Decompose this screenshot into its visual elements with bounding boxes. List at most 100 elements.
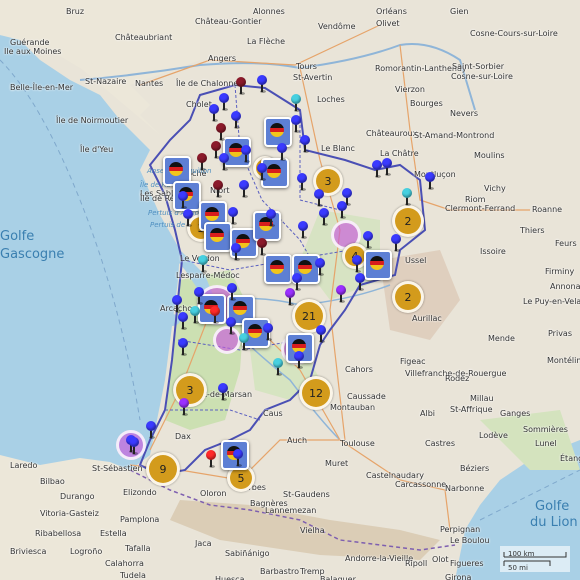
location-pin[interactable] (291, 94, 301, 112)
location-pin[interactable] (402, 188, 412, 206)
location-pin[interactable] (209, 104, 219, 122)
location-pin[interactable] (228, 207, 238, 225)
location-pin[interactable] (178, 191, 188, 209)
location-pin[interactable] (241, 145, 251, 163)
place-label: Orléans (376, 7, 407, 16)
location-pin[interactable] (298, 221, 308, 239)
pin-head (210, 306, 220, 316)
flag-marker[interactable] (204, 222, 232, 252)
location-pin[interactable] (300, 135, 310, 153)
location-pin[interactable] (179, 398, 189, 416)
place-label: Bruz (66, 7, 85, 16)
location-pin[interactable] (363, 231, 373, 249)
location-pin[interactable] (210, 306, 220, 324)
pin-head (183, 209, 193, 219)
location-pin[interactable] (233, 449, 243, 467)
sea-label: du Lion (530, 515, 578, 530)
location-pin[interactable] (391, 234, 401, 252)
location-pin[interactable] (146, 421, 156, 439)
location-pin[interactable] (190, 306, 200, 324)
location-pin[interactable] (316, 325, 326, 343)
germany-flag-icon (169, 162, 183, 176)
location-pin[interactable] (178, 312, 188, 330)
location-pin[interactable] (297, 173, 307, 191)
location-pin[interactable] (231, 243, 241, 261)
location-pin[interactable] (198, 255, 208, 273)
location-pin[interactable] (277, 143, 287, 161)
location-pin[interactable] (194, 287, 204, 305)
location-pin[interactable] (216, 123, 226, 141)
place-label: Feurs (555, 239, 577, 248)
location-pin[interactable] (319, 208, 329, 226)
location-pin[interactable] (257, 75, 267, 93)
location-pin[interactable] (226, 317, 236, 335)
location-pin[interactable] (336, 285, 346, 303)
location-pin[interactable] (263, 323, 273, 341)
pin-head (233, 449, 243, 459)
pin-stem (243, 342, 245, 350)
place-label: Jaca (195, 539, 212, 548)
cluster-marker[interactable]: 2 (392, 205, 424, 237)
location-pin[interactable] (266, 209, 276, 227)
location-pin[interactable] (285, 288, 295, 306)
flag-marker[interactable] (264, 254, 292, 284)
pin-stem (304, 144, 306, 152)
pin-head (425, 172, 435, 182)
pin-stem (261, 172, 263, 180)
location-pin[interactable] (206, 450, 216, 468)
location-pin[interactable] (425, 172, 435, 190)
place-label: Briviesca (10, 547, 47, 556)
location-pin[interactable] (236, 77, 246, 95)
place-label: Castelnaudary (366, 471, 424, 480)
location-pin[interactable] (314, 189, 324, 207)
location-pin[interactable] (178, 338, 188, 356)
location-pin[interactable] (315, 258, 325, 276)
place-label: Clermont-Ferrand (445, 204, 516, 213)
location-pin[interactable] (273, 358, 283, 376)
pin-head (213, 180, 223, 190)
location-pin[interactable] (291, 115, 301, 133)
pin-head (227, 283, 237, 293)
pin-head (206, 450, 216, 460)
location-pin[interactable] (227, 283, 237, 301)
cluster-marker[interactable]: 12 (299, 376, 333, 410)
place-label: Rodez (445, 374, 470, 383)
location-pin[interactable] (183, 209, 193, 227)
pin-stem (183, 407, 185, 415)
pin-stem (210, 459, 212, 467)
location-pin[interactable] (218, 383, 228, 401)
location-pin[interactable] (213, 180, 223, 198)
map-view[interactable]: Bruz Châteaubriant Château-Gontier La Flèch… (0, 0, 580, 580)
cluster-marker[interactable]: 9 (146, 452, 180, 486)
location-pin[interactable] (257, 238, 267, 256)
place-label: Bourges (410, 99, 443, 108)
location-pin[interactable] (352, 255, 362, 273)
location-pin[interactable] (294, 351, 304, 369)
location-pin[interactable] (337, 201, 347, 219)
place-label: Cosne-Cours-sur-Loire (470, 29, 558, 38)
pin-stem (267, 332, 269, 340)
location-pin[interactable] (239, 180, 249, 198)
location-pin[interactable] (257, 163, 267, 181)
location-pin[interactable] (219, 93, 229, 111)
cluster-marker[interactable]: 2 (392, 281, 424, 313)
place-label: Vielha (300, 526, 325, 535)
location-pin[interactable] (382, 158, 392, 176)
location-pin[interactable] (197, 153, 207, 171)
place-label: Lodève (479, 431, 508, 440)
pin-head (211, 141, 221, 151)
flag-marker[interactable] (364, 250, 392, 280)
germany-flag-icon (210, 228, 224, 242)
location-pin[interactable] (355, 273, 365, 291)
pin-head (291, 115, 301, 125)
place-label: Étang (560, 454, 580, 463)
pin-head (257, 75, 267, 85)
location-pin[interactable] (239, 333, 249, 351)
location-pin[interactable] (231, 111, 241, 129)
place-label: Calahorra (105, 559, 144, 568)
location-pin[interactable] (129, 437, 139, 455)
location-pin[interactable] (372, 160, 382, 178)
place-label: St-Affrique (450, 405, 493, 414)
location-pin[interactable] (172, 295, 182, 313)
location-pin[interactable] (219, 153, 229, 171)
